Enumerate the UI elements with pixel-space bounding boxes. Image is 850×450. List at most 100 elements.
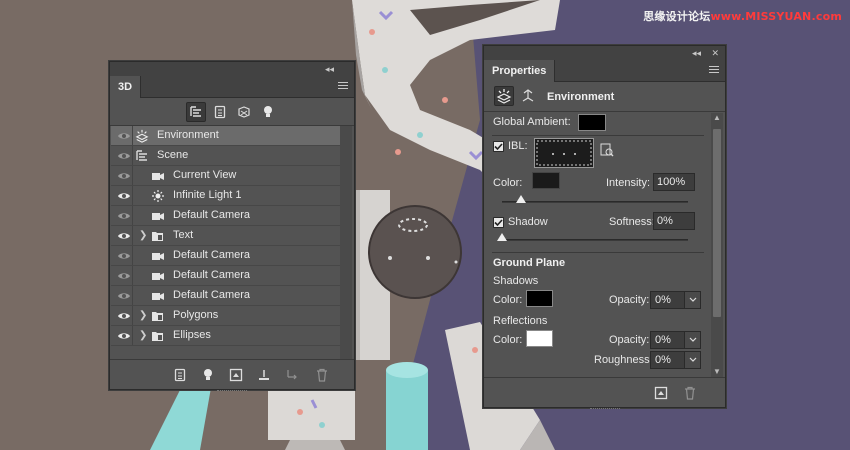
- properties-footer: [484, 377, 725, 407]
- panel-resize-grip[interactable]: [217, 390, 247, 394]
- shadows-subheading: Shadows: [493, 275, 539, 287]
- chevron-down-icon: [684, 292, 700, 308]
- global-ambient-color-swatch[interactable]: [578, 114, 606, 131]
- visibility-eye-icon[interactable]: [115, 326, 133, 345]
- add-mesh-button[interactable]: [172, 367, 188, 383]
- shadow-checkbox[interactable]: [493, 217, 504, 228]
- softness-input[interactable]: 0%: [653, 212, 695, 230]
- edit-texture-icon: [600, 143, 614, 157]
- filter-lights-button[interactable]: [258, 102, 278, 122]
- expand-chevron-icon[interactable]: ❯: [139, 230, 147, 242]
- visibility-eye-icon[interactable]: [115, 306, 133, 325]
- layer-row[interactable]: Default Camera: [111, 266, 340, 286]
- ground-icon: [259, 370, 269, 380]
- layer-list: Environment Scene Current View Infinite Lig…: [111, 126, 340, 346]
- camera-icon: [151, 169, 165, 183]
- intensity-input[interactable]: 100%: [653, 173, 695, 191]
- tab-properties[interactable]: Properties: [484, 60, 556, 82]
- split-extrusion-button[interactable]: [284, 367, 300, 383]
- reflections-opacity-value: 0%: [655, 334, 671, 346]
- folder-mesh-icon: [151, 229, 165, 243]
- chevron-down-icon: [684, 332, 700, 348]
- delete-button[interactable]: [314, 367, 330, 383]
- drop-to-plane-button[interactable]: [256, 367, 272, 383]
- ibl-checkbox[interactable]: [493, 141, 504, 152]
- shadows-opacity-label: Opacity:: [609, 294, 650, 306]
- shadows-color-label: Color:: [493, 294, 523, 306]
- add-light-button[interactable]: [200, 367, 216, 383]
- scroll-down-arrow-icon[interactable]: ▼: [711, 367, 723, 377]
- softness-slider[interactable]: [502, 239, 688, 241]
- scroll-up-arrow-icon[interactable]: ▲: [711, 113, 723, 123]
- delete-button[interactable]: [682, 385, 698, 401]
- ibl-texture-preview[interactable]: [534, 138, 594, 168]
- shadows-color-swatch[interactable]: [526, 290, 553, 307]
- reflections-opacity-dropdown[interactable]: 0%: [650, 331, 701, 349]
- panel-3d-footer: [110, 359, 354, 389]
- whole-scene-icon: [190, 106, 201, 117]
- filter-meshes-button[interactable]: [210, 102, 230, 122]
- render-button[interactable]: [228, 367, 244, 383]
- panel-menu-icon[interactable]: [709, 66, 719, 75]
- layer-list-scrollbar[interactable]: [340, 126, 352, 362]
- layer-label: Text: [173, 229, 194, 241]
- filter-materials-button[interactable]: [234, 102, 254, 122]
- visibility-eye-icon[interactable]: [115, 226, 133, 245]
- layer-row[interactable]: Default Camera: [111, 286, 340, 306]
- scrollbar-thumb[interactable]: [713, 129, 721, 317]
- layer-row[interactable]: Scene: [111, 146, 340, 166]
- properties-scrollbar[interactable]: ▲ ▼: [711, 113, 723, 377]
- filter-whole-scene-button[interactable]: [186, 102, 206, 122]
- visibility-eye-icon[interactable]: [115, 126, 133, 145]
- layer-label: Default Camera: [173, 269, 251, 281]
- roughness-dropdown[interactable]: 0%: [650, 351, 701, 369]
- expand-chevron-icon[interactable]: ❯: [139, 330, 147, 342]
- layer-row[interactable]: Current View: [111, 166, 340, 186]
- layer-label: Infinite Light 1: [173, 189, 242, 201]
- layer-row[interactable]: Infinite Light 1: [111, 186, 340, 206]
- layer-row[interactable]: ❯ Ellipses: [111, 326, 340, 346]
- softness-label: Softness:: [609, 216, 655, 228]
- global-ambient-label: Global Ambient:: [493, 116, 571, 128]
- layer-row[interactable]: ❯ Text: [111, 226, 340, 246]
- tab-3d[interactable]: 3D: [110, 76, 142, 98]
- reflections-color-swatch[interactable]: [526, 330, 553, 347]
- panel-3d-tabbar: 3D: [110, 76, 354, 98]
- layer-row[interactable]: Default Camera: [111, 206, 340, 226]
- visibility-eye-icon[interactable]: [115, 286, 133, 305]
- panel-properties-titlebar[interactable]: ◂◂ ✕: [484, 46, 725, 60]
- intensity-slider[interactable]: [502, 201, 688, 203]
- environment-icon: [496, 89, 512, 104]
- trash-icon: [685, 386, 695, 400]
- visibility-eye-icon[interactable]: [115, 266, 133, 285]
- environment-tab-button[interactable]: [494, 86, 514, 106]
- visibility-eye-icon[interactable]: [115, 246, 133, 265]
- collapse-panel-button[interactable]: ◂◂: [325, 63, 334, 75]
- reflections-opacity-label: Opacity:: [609, 334, 650, 346]
- visibility-eye-icon[interactable]: [115, 146, 133, 165]
- render-button[interactable]: [653, 385, 669, 401]
- visibility-eye-icon[interactable]: [115, 206, 133, 225]
- scene-tab-button[interactable]: [518, 86, 538, 106]
- shadows-opacity-dropdown[interactable]: 0%: [650, 291, 701, 309]
- close-panel-button[interactable]: ✕: [711, 47, 719, 59]
- expand-chevron-icon[interactable]: ❯: [139, 310, 147, 322]
- intensity-slider-thumb[interactable]: [515, 195, 526, 203]
- panel-menu-icon[interactable]: [338, 82, 348, 91]
- panel-resize-grip[interactable]: [589, 408, 620, 412]
- camera-icon: [151, 289, 165, 303]
- properties-header: Environment: [484, 82, 725, 112]
- visibility-eye-icon[interactable]: [115, 166, 133, 185]
- render-icon: [654, 386, 668, 400]
- layer-row[interactable]: Default Camera: [111, 246, 340, 266]
- coordinates-icon: [522, 89, 534, 102]
- collapse-panel-button[interactable]: ◂◂: [692, 47, 701, 59]
- ibl-color-swatch[interactable]: [532, 172, 560, 189]
- edit-texture-button[interactable]: [600, 143, 614, 157]
- softness-slider-thumb[interactable]: [497, 233, 507, 241]
- layer-row[interactable]: ❯ Polygons: [111, 306, 340, 326]
- split-icon: [287, 370, 297, 380]
- layer-row[interactable]: Environment: [111, 126, 340, 146]
- panel-3d-titlebar[interactable]: ◂◂: [110, 62, 354, 76]
- visibility-eye-icon[interactable]: [115, 186, 133, 205]
